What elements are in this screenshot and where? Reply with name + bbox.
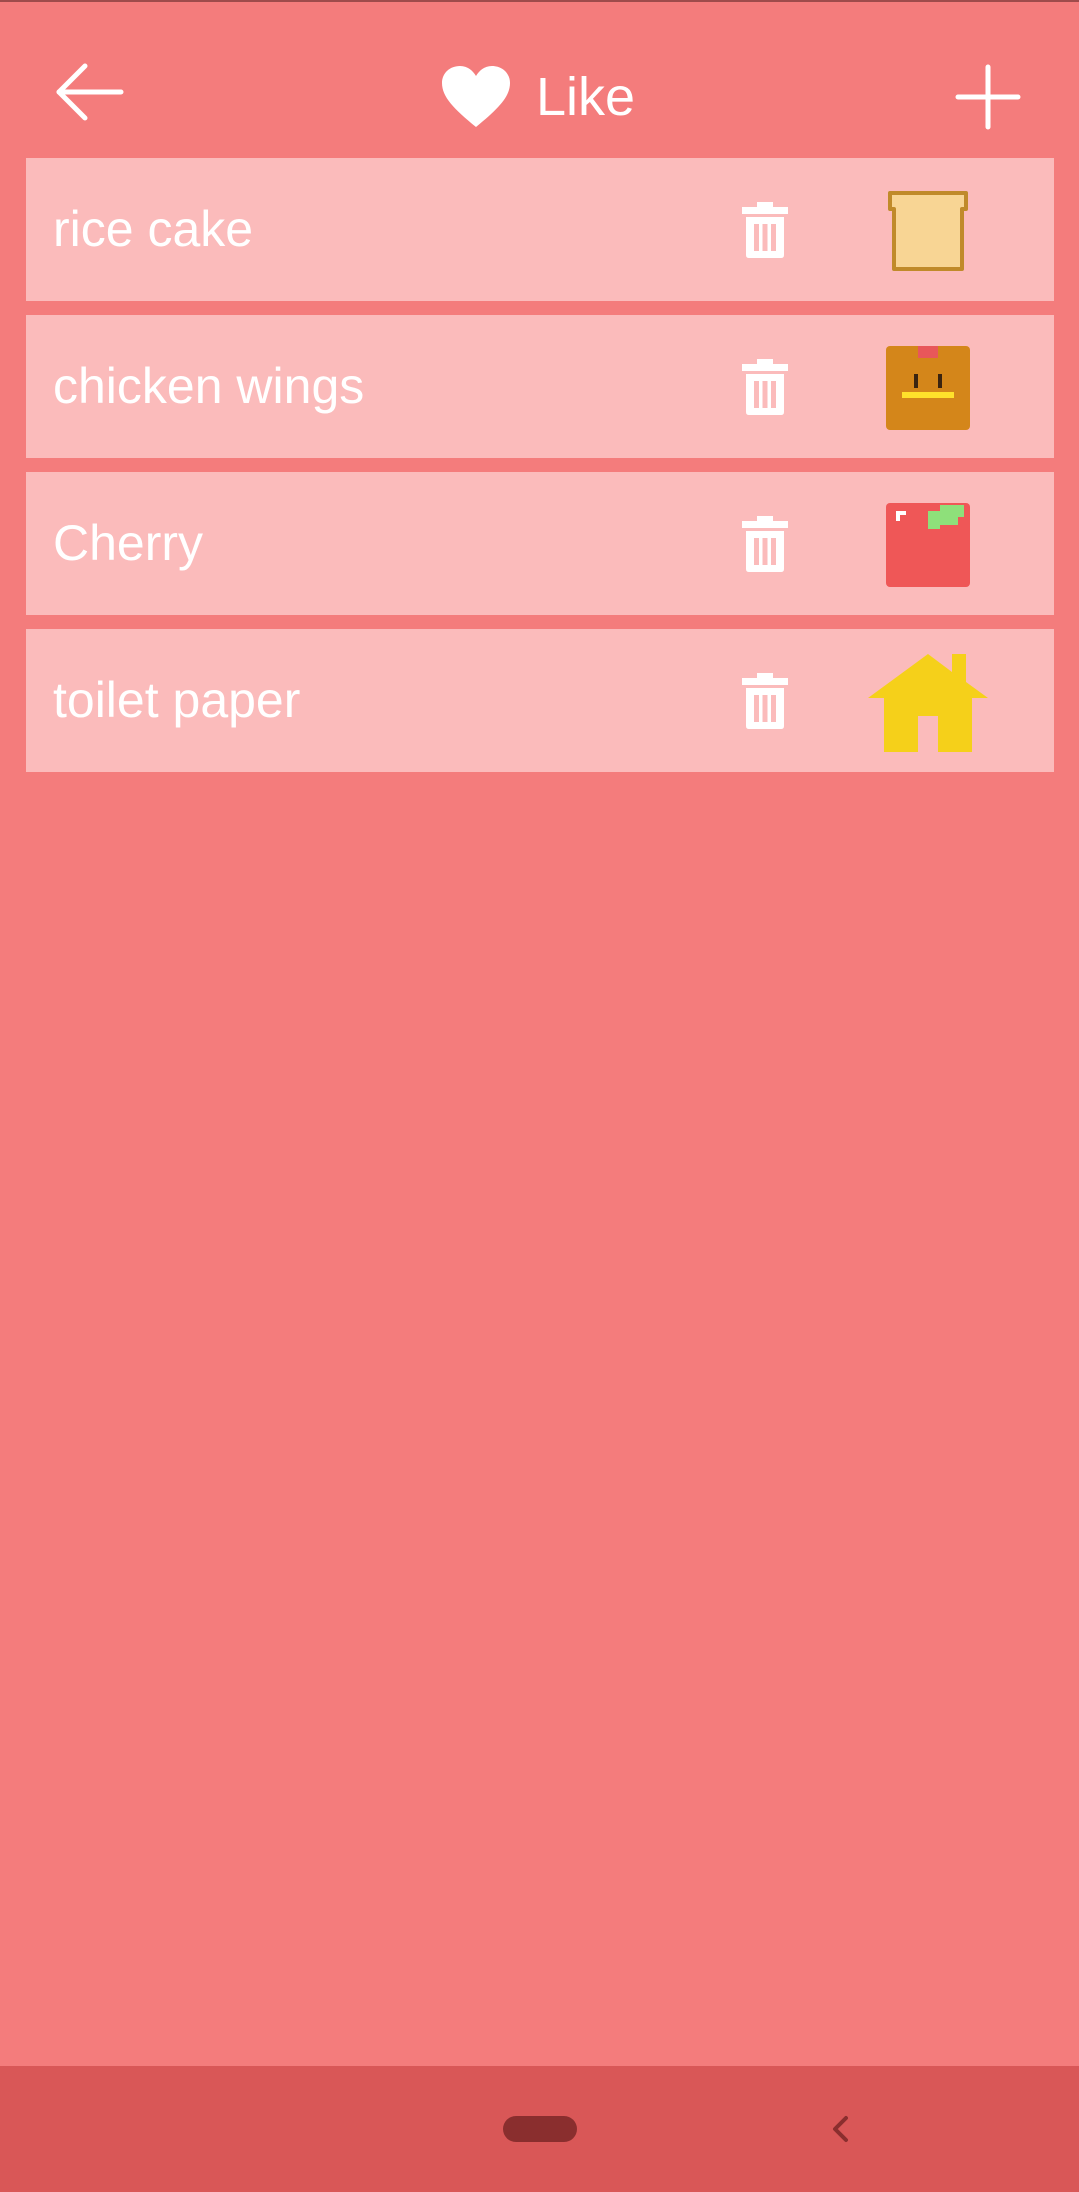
trash-icon[interactable] (740, 202, 790, 258)
chevron-left-icon (833, 2116, 848, 2142)
item-label: Cherry (53, 515, 204, 571)
list-item[interactable]: chicken wings (26, 315, 1054, 458)
list-item[interactable]: Cherry (26, 472, 1054, 615)
page-title: Like (536, 67, 636, 127)
item-icon-container (866, 654, 990, 752)
chicken-box-icon (886, 346, 970, 430)
item-label: rice cake (53, 201, 254, 257)
arrow-left-icon (56, 63, 124, 121)
list-item[interactable]: rice cake (26, 158, 1054, 301)
trash-icon[interactable] (740, 673, 790, 729)
item-label: chicken wings (53, 358, 365, 414)
trash-icon[interactable] (740, 516, 790, 572)
heart-icon (442, 66, 510, 127)
add-button[interactable] (948, 57, 1028, 137)
house-icon (868, 654, 988, 752)
item-icon-container (866, 497, 990, 593)
trash-icon[interactable] (740, 359, 790, 415)
item-icon-container (866, 340, 990, 436)
app-header: Like (0, 2, 1079, 152)
item-icon-container (866, 183, 990, 279)
like-list: rice cake chicken wings Cherry toilet pa… (26, 158, 1054, 786)
system-back-button[interactable] (820, 2104, 860, 2154)
home-handle[interactable] (503, 2116, 577, 2142)
apple-icon (886, 503, 970, 587)
page-title-group: Like (440, 57, 635, 137)
list-item[interactable]: toilet paper (26, 629, 1054, 772)
bread-icon (888, 191, 968, 271)
plus-icon (955, 64, 1021, 130)
system-nav-bar (0, 2066, 1079, 2192)
item-label: toilet paper (53, 672, 301, 728)
back-button[interactable] (50, 57, 130, 127)
